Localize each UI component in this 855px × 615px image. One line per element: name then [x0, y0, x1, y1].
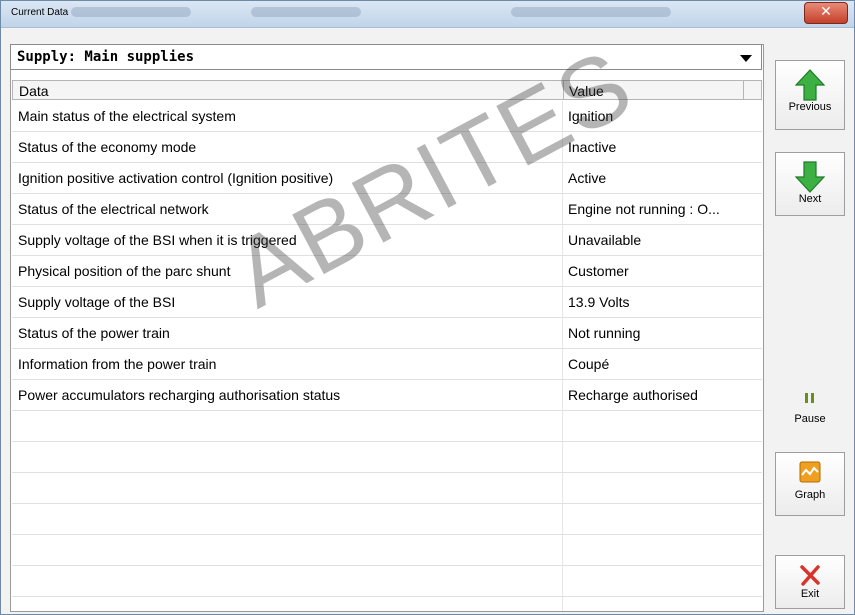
graph-icon: [799, 461, 821, 483]
cell-value: Customer: [568, 263, 629, 279]
blurred-title-text: [71, 7, 191, 17]
cell-value: Active: [568, 170, 607, 186]
cell-value: Recharge authorised: [568, 387, 698, 403]
column-divider[interactable]: [563, 81, 564, 99]
supply-select-value: Supply: Main supplies: [17, 49, 195, 65]
pause-icon: [805, 393, 814, 403]
pause-button-label: Pause: [794, 413, 826, 425]
empty-table-row: [12, 566, 762, 597]
cell-data: Power accumulators recharging authorisat…: [18, 387, 341, 403]
cell-data: Supply voltage of the BSI when it is tri…: [18, 232, 297, 248]
table-header: Data Value: [12, 80, 762, 100]
cell-data: Status of the economy mode: [18, 139, 197, 155]
cell-value: Unavailable: [568, 232, 642, 248]
cell-data: Status of the electrical network: [18, 201, 209, 217]
table-row[interactable]: Power accumulators recharging authorisat…: [12, 380, 762, 411]
cell-value: Inactive: [568, 139, 617, 155]
column-header-data[interactable]: Data: [19, 83, 49, 99]
cell-value: Ignition: [568, 108, 614, 124]
cell-value: Not running: [568, 325, 641, 341]
cell-data: Status of the power train: [18, 325, 170, 341]
up-arrow-icon: [795, 69, 825, 101]
cell-value: 13.9 Volts: [568, 294, 630, 310]
column-header-value[interactable]: Value: [569, 83, 604, 99]
supply-select[interactable]: Supply: Main supplies: [10, 44, 762, 70]
dropdown-arrow-icon[interactable]: [737, 49, 755, 67]
empty-table-row: [12, 411, 762, 442]
previous-button-label: Previous: [788, 101, 832, 113]
table-row[interactable]: Supply voltage of the BSI when it is tri…: [12, 225, 762, 256]
table-row[interactable]: Status of the electrical network Engine n…: [12, 194, 762, 225]
cell-value: Coupé: [568, 356, 610, 372]
table-row[interactable]: Supply voltage of the BSI 13.9 Volts: [12, 287, 762, 318]
table-row[interactable]: Physical position of the parc shunt Custo…: [12, 256, 762, 287]
cell-data: Information from the power train: [18, 356, 217, 372]
blurred-title-text: [511, 7, 671, 17]
empty-table-row: [12, 442, 762, 473]
table-row[interactable]: Status of the economy mode Inactive: [12, 132, 762, 163]
pause-button[interactable]: Pause: [775, 380, 845, 440]
cell-value: Engine not running : O...: [568, 201, 720, 217]
cell-data: Main status of the electrical system: [18, 108, 236, 124]
next-button[interactable]: Next: [775, 152, 845, 216]
next-button-label: Next: [798, 193, 822, 205]
window-title: Current Data: [11, 7, 69, 18]
blurred-title-text: [251, 7, 361, 17]
cell-data: Supply voltage of the BSI: [18, 294, 176, 310]
empty-table-row: [12, 473, 762, 504]
cell-data: Physical position of the parc shunt: [18, 263, 231, 279]
empty-table-row: [12, 504, 762, 535]
column-divider[interactable]: [743, 81, 744, 99]
close-x-icon: [800, 565, 820, 586]
table-row[interactable]: Status of the power train Not running: [12, 318, 762, 349]
down-arrow-icon: [795, 161, 825, 193]
previous-button[interactable]: Previous: [775, 60, 845, 130]
cell-data: Ignition positive activation control (Ig…: [18, 170, 334, 186]
exit-button[interactable]: Exit: [775, 555, 845, 609]
title-bar: Current Data ✕: [1, 1, 854, 28]
table-row[interactable]: Information from the power train Coupé: [12, 349, 762, 380]
window-close-button[interactable]: ✕: [804, 2, 848, 24]
graph-button[interactable]: Graph: [775, 452, 845, 516]
graph-button-label: Graph: [794, 489, 826, 501]
table-row[interactable]: Ignition positive activation control (Ig…: [12, 163, 762, 194]
exit-button-label: Exit: [800, 588, 820, 600]
empty-table-row: [12, 535, 762, 566]
table-row[interactable]: Main status of the electrical system Igni…: [12, 101, 762, 132]
